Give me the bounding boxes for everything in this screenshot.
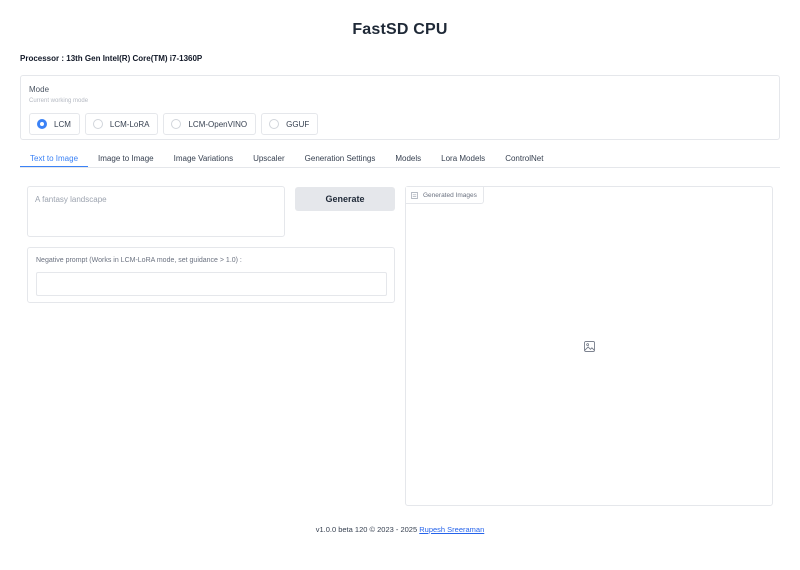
prompt-input[interactable] <box>28 187 284 236</box>
tab-text-to-image[interactable]: Text to Image <box>20 150 89 167</box>
footer-version: v1.0.0 beta 120 © 2023 - 2025 <box>315 525 418 534</box>
radio-lcm-lora[interactable] <box>92 119 103 129</box>
image-icon <box>584 341 595 352</box>
mode-option-label: LCM-LoRA <box>109 119 150 129</box>
image-gallery-icon <box>411 191 418 199</box>
tab-generation-settings[interactable]: Generation Settings <box>295 150 386 167</box>
negative-prompt-label: Negative prompt (Works in LCM-LoRA mode,… <box>36 257 242 264</box>
mode-option-label: LCM <box>54 119 71 129</box>
mode-info: Current working mode <box>29 98 89 104</box>
radio-gguf[interactable] <box>269 119 280 129</box>
footer: v1.0.0 beta 120 © 2023 - 2025 Rupesh Sre… <box>0 525 800 534</box>
tab-models[interactable]: Models <box>385 150 431 167</box>
mode-option-lcm-lora[interactable]: LCM-LoRA <box>84 113 159 135</box>
tab-upscaler[interactable]: Upscaler <box>243 150 295 167</box>
mode-options: LCM LCM-LoRA LCM-OpenVINO GGUF <box>29 113 319 135</box>
generated-images-gallery: Generated Images <box>405 186 773 506</box>
mode-option-label: LCM-OpenVINO <box>188 119 248 129</box>
author-link[interactable]: Rupesh Sreeraman <box>419 525 484 534</box>
processor-info: Processor : 13th Gen Intel(R) Core(TM) i… <box>20 54 203 63</box>
generate-button[interactable]: Generate <box>295 187 395 211</box>
mode-option-lcm[interactable]: LCM <box>29 113 80 135</box>
app-title: FastSD CPU <box>352 21 448 38</box>
tab-image-to-image[interactable]: Image to Image <box>88 150 164 167</box>
tab-controlnet[interactable]: ControlNet <box>495 150 553 167</box>
prompt-box <box>27 186 285 237</box>
tab-bar: Text to Image Image to Image Image Varia… <box>20 150 780 168</box>
radio-lcm[interactable] <box>37 119 47 129</box>
gallery-label-text: Generated Images <box>423 191 477 199</box>
tab-image-variations[interactable]: Image Variations <box>164 150 243 167</box>
mode-option-label: GGUF <box>286 119 310 129</box>
tab-lora-models[interactable]: Lora Models <box>431 150 495 167</box>
gallery-label: Generated Images <box>406 187 484 204</box>
mode-selector: Mode Current working mode LCM LCM-LoRA L… <box>20 75 780 140</box>
radio-lcm-openvino[interactable] <box>171 119 182 129</box>
mode-label: Mode <box>29 85 50 94</box>
mode-option-gguf[interactable]: GGUF <box>261 113 319 135</box>
negative-prompt-box: Negative prompt (Works in LCM-LoRA mode,… <box>27 247 395 303</box>
mode-option-lcm-openvino[interactable]: LCM-OpenVINO <box>163 113 257 135</box>
negative-prompt-input[interactable] <box>36 272 387 296</box>
